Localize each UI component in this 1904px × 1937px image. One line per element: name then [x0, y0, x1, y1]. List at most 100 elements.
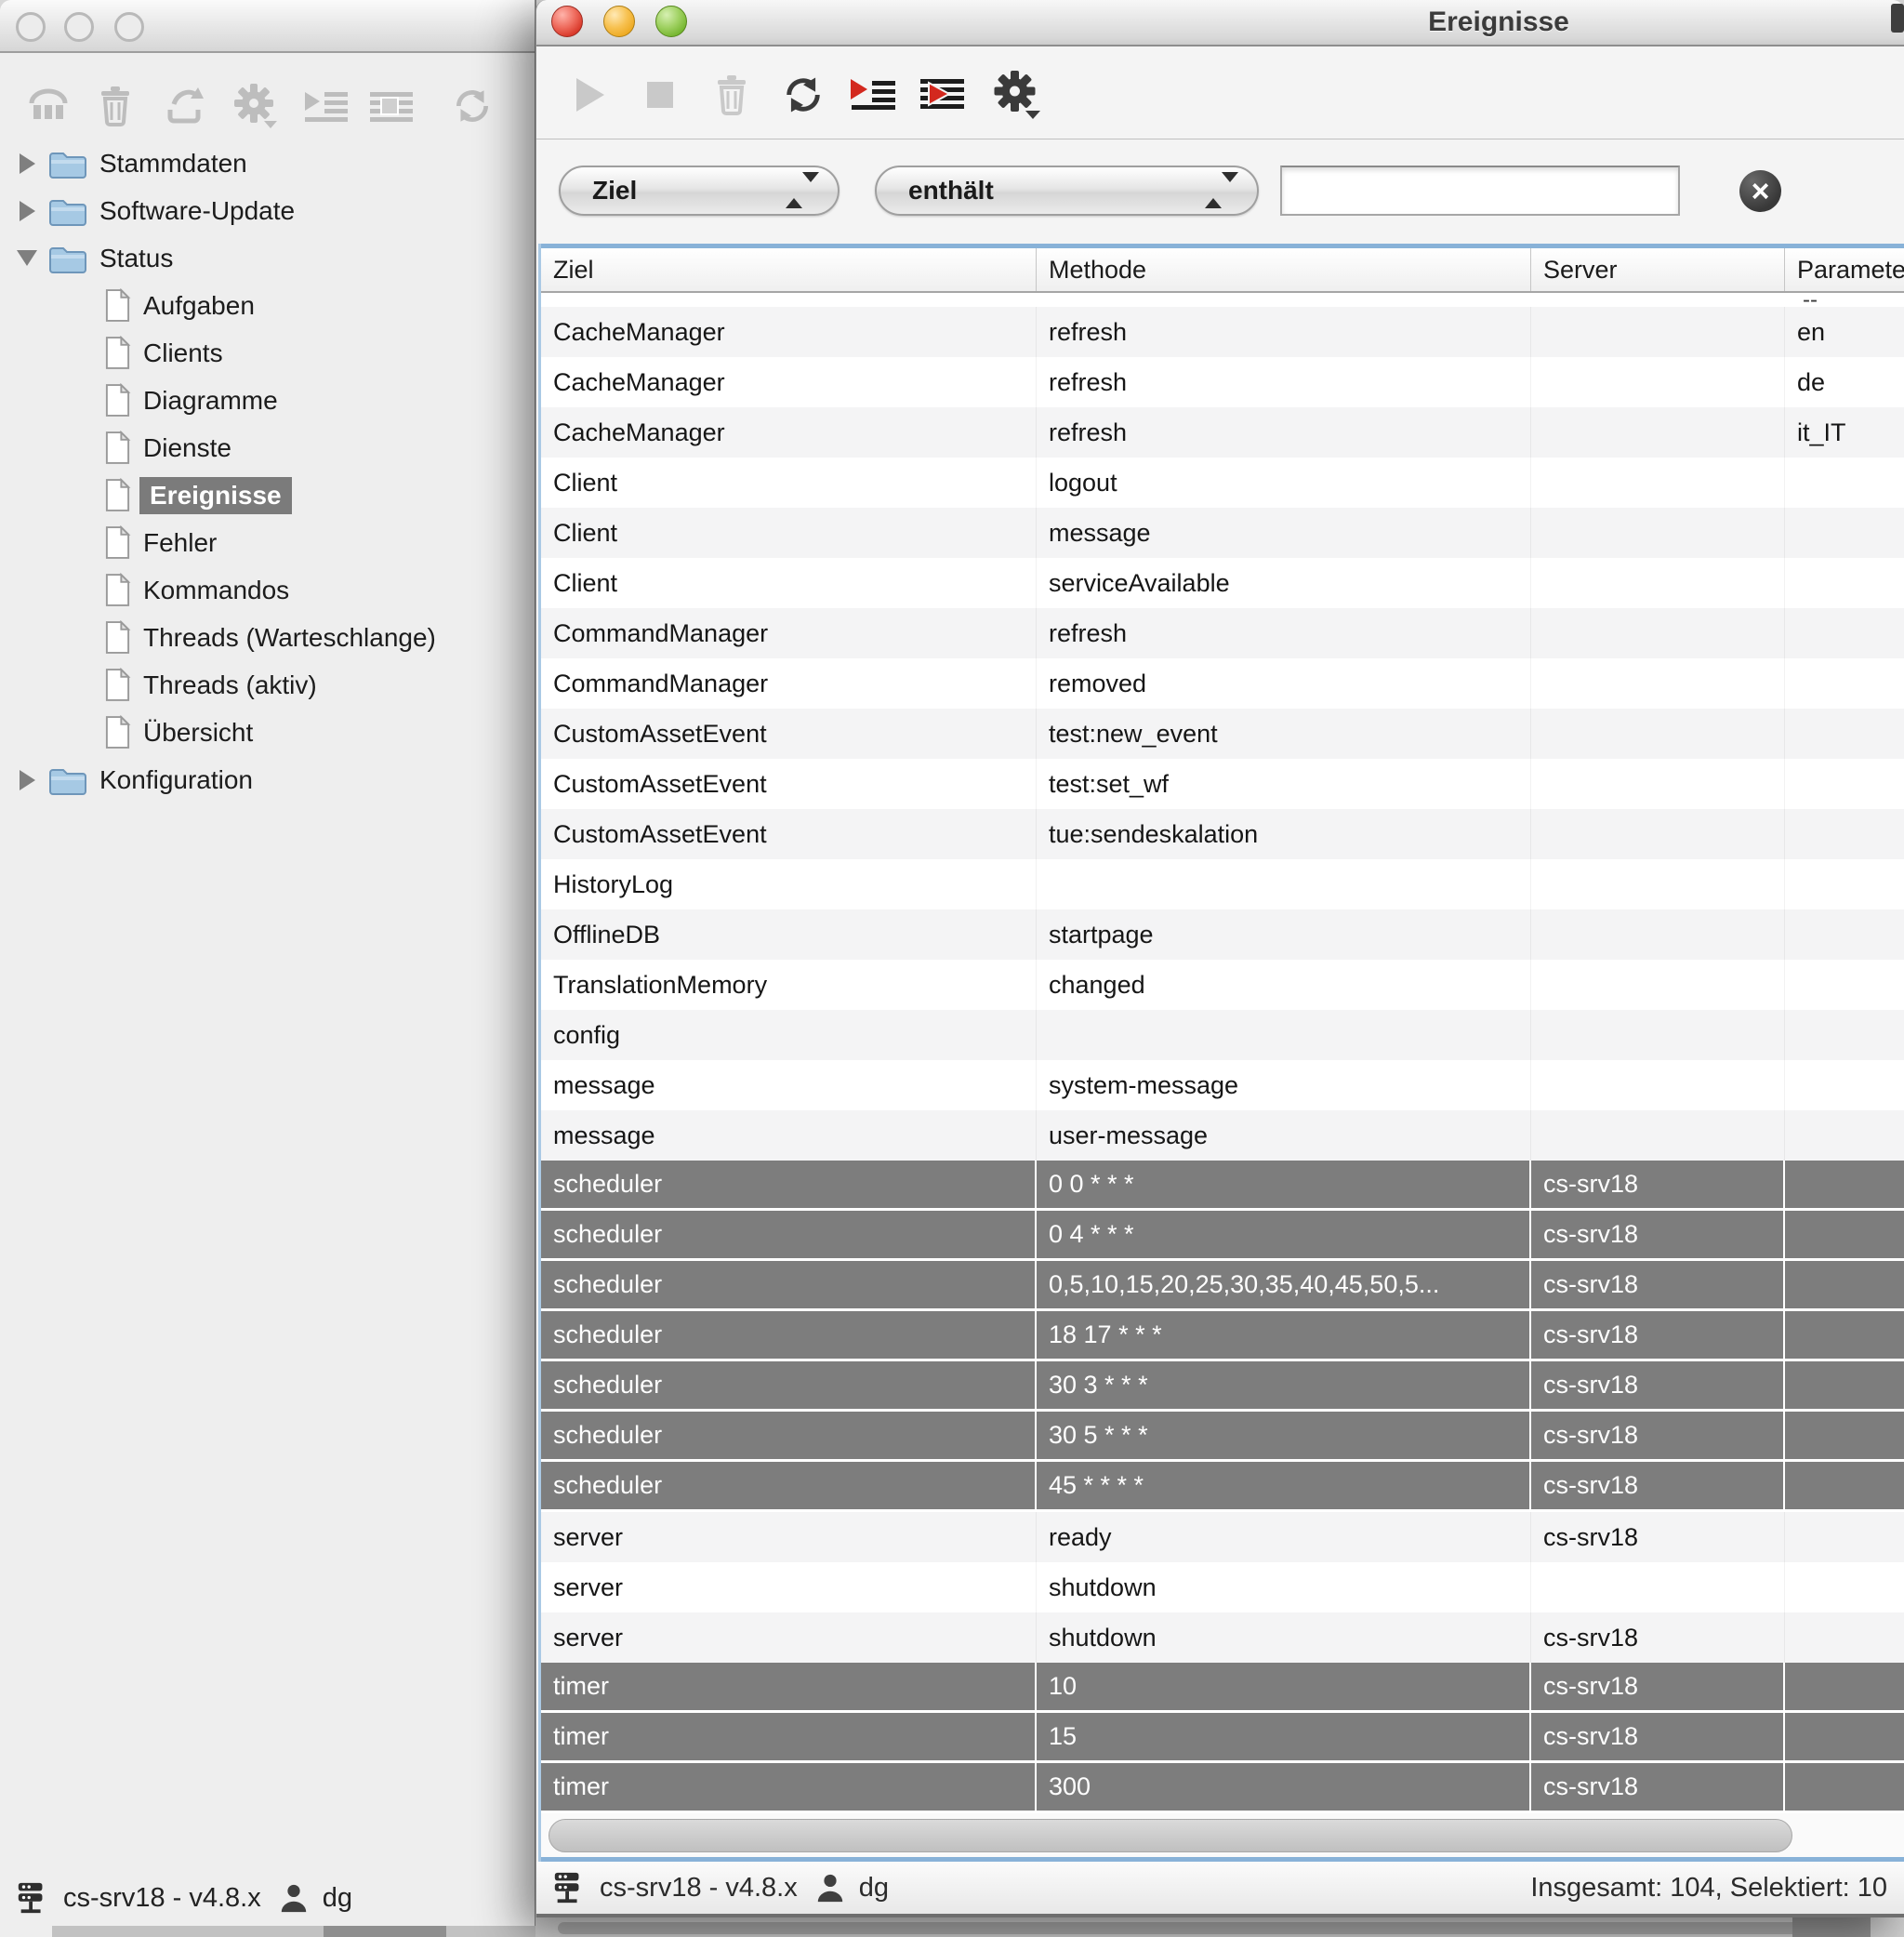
- table-row[interactable]: scheduler 0,5,10,15,20,25,30,35,40,45,50…: [541, 1261, 1904, 1311]
- cell-parameter[interactable]: [1785, 1713, 1904, 1760]
- cell-ziel[interactable]: scheduler: [541, 1211, 1037, 1258]
- cell-methode[interactable]: test:new_event: [1037, 709, 1531, 759]
- table-row[interactable]: server ready cs-srv18: [541, 1512, 1904, 1562]
- cell-methode[interactable]: test:set_wf: [1037, 759, 1531, 809]
- table-row[interactable]: Client serviceAvailable: [541, 558, 1904, 608]
- cell-parameter[interactable]: [1785, 608, 1904, 658]
- cell-ziel[interactable]: Client: [541, 458, 1037, 508]
- run-list-button[interactable]: [850, 71, 898, 119]
- cell-ziel[interactable]: CustomAssetEvent: [541, 709, 1037, 759]
- table-row[interactable]: OfflineDB startpage: [541, 909, 1904, 960]
- cell-server[interactable]: cs-srv18: [1531, 1612, 1785, 1663]
- cell-ziel[interactable]: CacheManager: [541, 407, 1037, 458]
- tree-item[interactable]: Ereignisse: [0, 471, 536, 519]
- cell-methode[interactable]: 0 4 * * *: [1037, 1211, 1531, 1258]
- tree-item[interactable]: Konfiguration: [0, 756, 536, 803]
- cell-parameter[interactable]: [1785, 960, 1904, 1010]
- cell-parameter[interactable]: [1785, 1261, 1904, 1308]
- export-button[interactable]: [160, 82, 208, 130]
- delete-button[interactable]: [91, 82, 139, 130]
- cell-ziel[interactable]: message: [541, 1110, 1037, 1161]
- cell-ziel[interactable]: scheduler: [541, 1462, 1037, 1509]
- cell-methode[interactable]: 15: [1037, 1713, 1531, 1760]
- cell-server[interactable]: [1531, 307, 1785, 357]
- cell-methode[interactable]: [1037, 859, 1531, 909]
- cell-server[interactable]: [1531, 709, 1785, 759]
- cell-parameter[interactable]: en: [1785, 307, 1904, 357]
- minimize-button-inactive[interactable]: [64, 12, 94, 42]
- cell-parameter[interactable]: [1785, 1663, 1904, 1710]
- table-row[interactable]: Client logout: [541, 458, 1904, 508]
- tree-item-label[interactable]: Stammdaten: [99, 149, 247, 179]
- cell-ziel[interactable]: timer: [541, 1763, 1037, 1811]
- table-row[interactable]: scheduler 30 3 * * * cs-srv18: [541, 1361, 1904, 1412]
- cell-parameter[interactable]: [1785, 508, 1904, 558]
- tree-item[interactable]: Status: [0, 234, 536, 282]
- table-horizontal-scrollbar[interactable]: [541, 1813, 1904, 1857]
- tree-item[interactable]: Software-Update: [0, 187, 536, 234]
- tree-item[interactable]: Threads (Warteschlange): [0, 614, 536, 661]
- cell-parameter[interactable]: [1785, 658, 1904, 709]
- refresh-button[interactable]: [779, 71, 827, 119]
- cell-server[interactable]: [1531, 960, 1785, 1010]
- settings-button[interactable]: [231, 82, 279, 130]
- zoom-button[interactable]: [655, 6, 687, 37]
- disclosure-triangle-icon[interactable]: [11, 153, 43, 174]
- close-button[interactable]: [551, 6, 583, 37]
- tree-item-label[interactable]: Status: [99, 244, 173, 273]
- tree-item-label[interactable]: Kommandos: [143, 576, 289, 605]
- cell-server[interactable]: [1531, 407, 1785, 458]
- table-row[interactable]: timer 15 cs-srv18: [541, 1713, 1904, 1763]
- cell-methode[interactable]: logout: [1037, 458, 1531, 508]
- table-row[interactable]: CustomAssetEvent test:new_event: [541, 709, 1904, 759]
- cell-server[interactable]: cs-srv18: [1531, 1713, 1785, 1760]
- cell-parameter[interactable]: [1785, 1361, 1904, 1409]
- cell-ziel[interactable]: Client: [541, 558, 1037, 608]
- column-header-parameter[interactable]: Parameter: [1785, 248, 1904, 291]
- window-titlebar[interactable]: Ereignisse: [536, 0, 1904, 46]
- cell-server[interactable]: cs-srv18: [1531, 1512, 1785, 1562]
- cell-server[interactable]: [1531, 909, 1785, 960]
- cell-methode[interactable]: refresh: [1037, 407, 1531, 458]
- table-row[interactable]: HistoryLog: [541, 859, 1904, 909]
- cell-parameter[interactable]: [1785, 1512, 1904, 1562]
- cell-parameter[interactable]: [1785, 1562, 1904, 1612]
- tree-item-label[interactable]: Dienste: [143, 433, 231, 463]
- cell-ziel[interactable]: TranslationMemory: [541, 960, 1037, 1010]
- cell-ziel[interactable]: CacheManager: [541, 307, 1037, 357]
- tree-item[interactable]: Stammdaten: [0, 139, 536, 187]
- cell-ziel[interactable]: OfflineDB: [541, 909, 1037, 960]
- cell-methode[interactable]: 18 17 * * *: [1037, 1311, 1531, 1359]
- tree-item-label[interactable]: Software-Update: [99, 196, 295, 226]
- cell-server[interactable]: [1531, 658, 1785, 709]
- cell-methode[interactable]: ready: [1037, 1512, 1531, 1562]
- cell-methode[interactable]: serviceAvailable: [1037, 558, 1531, 608]
- cell-ziel[interactable]: scheduler: [541, 1311, 1037, 1359]
- cell-server[interactable]: [1531, 859, 1785, 909]
- cell-methode[interactable]: changed: [1037, 960, 1531, 1010]
- cell-parameter[interactable]: it_IT: [1785, 407, 1904, 458]
- cell-methode[interactable]: tue:sendeskalation: [1037, 809, 1531, 859]
- cell-ziel[interactable]: HistoryLog: [541, 859, 1037, 909]
- cell-ziel[interactable]: timer: [541, 1663, 1037, 1710]
- cell-server[interactable]: [1531, 1010, 1785, 1060]
- scrollbar-thumb[interactable]: [324, 1926, 446, 1937]
- delete-button[interactable]: [707, 71, 756, 119]
- table-row[interactable]: timer 10 cs-srv18: [541, 1663, 1904, 1713]
- column-header-server[interactable]: Server: [1531, 248, 1785, 291]
- cell-ziel[interactable]: server: [541, 1612, 1037, 1663]
- disclosure-triangle-icon[interactable]: [11, 770, 43, 790]
- cell-server[interactable]: [1531, 1110, 1785, 1161]
- cell-methode[interactable]: 0 0 * * *: [1037, 1161, 1531, 1208]
- cell-methode[interactable]: 10: [1037, 1663, 1531, 1710]
- settings-button[interactable]: [992, 71, 1040, 119]
- cell-server[interactable]: [1531, 1060, 1785, 1110]
- cell-parameter[interactable]: [1785, 1412, 1904, 1459]
- cell-parameter[interactable]: [1785, 709, 1904, 759]
- cell-methode[interactable]: message: [1037, 508, 1531, 558]
- minimize-button[interactable]: [603, 6, 635, 37]
- cell-methode[interactable]: 0,5,10,15,20,25,30,35,40,45,50,5...: [1037, 1261, 1531, 1308]
- cell-server[interactable]: cs-srv18: [1531, 1663, 1785, 1710]
- table-row[interactable]: server shutdown: [541, 1562, 1904, 1612]
- cell-server[interactable]: cs-srv18: [1531, 1361, 1785, 1409]
